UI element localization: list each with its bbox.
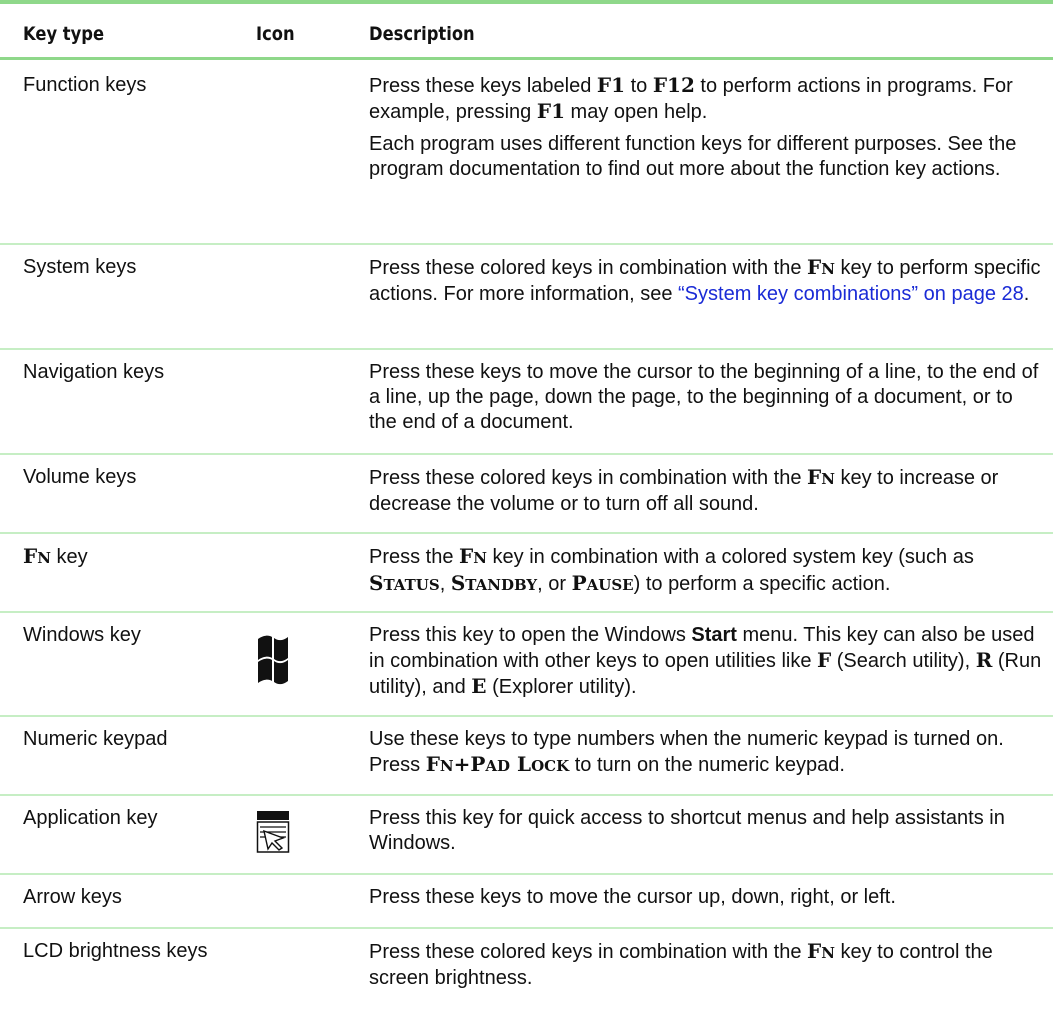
application-menu-icon <box>256 810 290 859</box>
key-f1: F1 <box>596 73 626 97</box>
key-pause: PAUSE <box>571 571 634 595</box>
header-icon: Icon <box>256 23 295 45</box>
key-type-label: Volume keys <box>23 466 137 488</box>
key-fn: FN <box>807 465 835 489</box>
key-fn-pad-lock: FN+PAD LOCK <box>425 752 570 776</box>
key-fn: FN <box>459 544 487 568</box>
row-separator <box>0 453 1053 455</box>
key-type-label: FN key <box>23 544 88 568</box>
key-type-label: Arrow keys <box>23 886 122 908</box>
row-separator <box>0 243 1053 245</box>
row-separator <box>0 532 1053 534</box>
key-type-label: Numeric keypad <box>23 728 168 750</box>
key-fn: FN <box>807 255 835 279</box>
description: Use these keys to type numbers when the … <box>369 728 1004 776</box>
description: Press these keys labeled F1 to F12 to pe… <box>369 73 1044 182</box>
windows-logo-icon <box>256 633 290 692</box>
description: Press this key to open the Windows Start… <box>369 624 1042 698</box>
description: Press these colored keys in combination … <box>369 939 993 989</box>
header-rule <box>0 57 1053 60</box>
header-description: Description <box>369 23 475 45</box>
key-type-label: Function keys <box>23 74 147 96</box>
row-separator <box>0 611 1053 613</box>
row-separator <box>0 348 1053 350</box>
key-f1: F1 <box>536 99 565 123</box>
row-separator <box>0 927 1053 929</box>
header-key-type: Key type <box>23 23 105 45</box>
description: Press these colored keys in combination … <box>369 255 1041 305</box>
start-menu-label: Start <box>691 624 737 646</box>
description: Press these colored keys in combination … <box>369 465 999 515</box>
key-fn: FN <box>807 939 835 963</box>
key-type-label: LCD brightness keys <box>23 940 208 962</box>
row-separator <box>0 715 1053 717</box>
row-separator <box>0 794 1053 796</box>
key-f12: F12 <box>652 73 695 97</box>
table-header: Key type Icon Description <box>0 4 1053 57</box>
key-status: STATUS <box>369 571 440 595</box>
key-type-label: Navigation keys <box>23 361 165 383</box>
description-paragraph: Each program uses different function key… <box>369 133 1017 180</box>
key-e: E <box>471 674 487 698</box>
description: Press the FN key in combination with a c… <box>369 544 974 595</box>
key-r: R <box>975 648 993 672</box>
key-f: F <box>817 648 832 672</box>
key-type-label: System keys <box>23 256 137 278</box>
description: Press these keys to move the cursor to t… <box>369 361 1039 433</box>
key-standby: STANDBY <box>450 571 538 595</box>
description: Press these keys to move the cursor up, … <box>369 886 896 908</box>
row-separator <box>0 873 1053 875</box>
system-key-combinations-link[interactable]: “System key combinations” on page 28 <box>678 283 1024 305</box>
description: Press this key for quick access to short… <box>369 807 1005 854</box>
